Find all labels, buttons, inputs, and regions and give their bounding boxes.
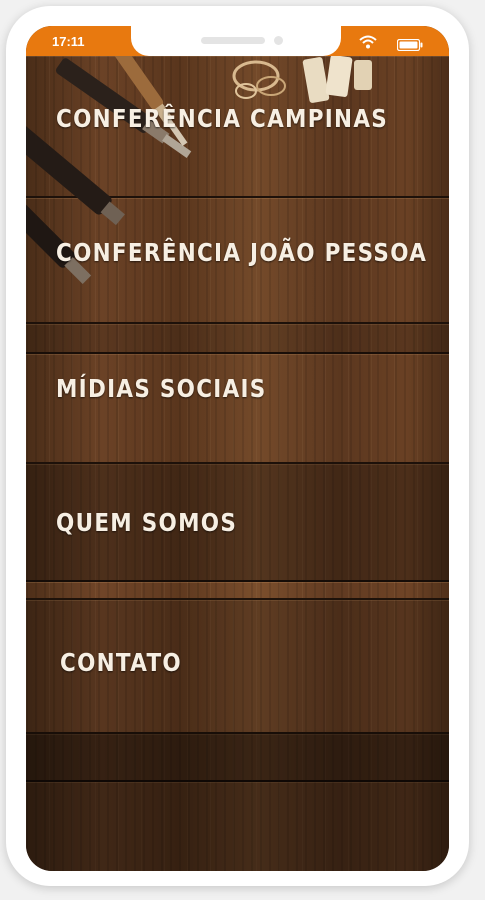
wood-plank: [26, 734, 449, 782]
battery-icon: [396, 36, 423, 55]
menu-item-quem-somos[interactable]: QUEM SOMOS: [56, 508, 237, 537]
status-time: 17:11: [52, 34, 85, 49]
wood-plank: [26, 324, 449, 354]
menu-item-contato[interactable]: CONTATO: [60, 648, 182, 677]
menu-item-conferencia-campinas[interactable]: CONFERÊNCIA CAMPINAS: [56, 104, 388, 133]
menu-item-midias-sociais[interactable]: MÍDIAS SOCIAIS: [56, 374, 267, 403]
app-screen: 17:11 CONFERÊNCIA CAMPINAS CONFERÊNCIA J…: [26, 26, 449, 871]
phone-frame: 17:11 CONFERÊNCIA CAMPINAS CONFERÊNCIA J…: [6, 6, 469, 886]
woodworking-tools-image: [26, 56, 192, 284]
front-camera: [274, 36, 283, 45]
notch: [131, 26, 341, 56]
wood-plank: [26, 582, 449, 600]
wood-plank: [26, 782, 449, 871]
wifi-icon: [359, 34, 377, 53]
speaker: [201, 37, 265, 44]
menu-item-conferencia-joao-pessoa[interactable]: CONFERÊNCIA JOÃO PESSOA: [56, 238, 427, 267]
wood-plank: [26, 354, 449, 464]
